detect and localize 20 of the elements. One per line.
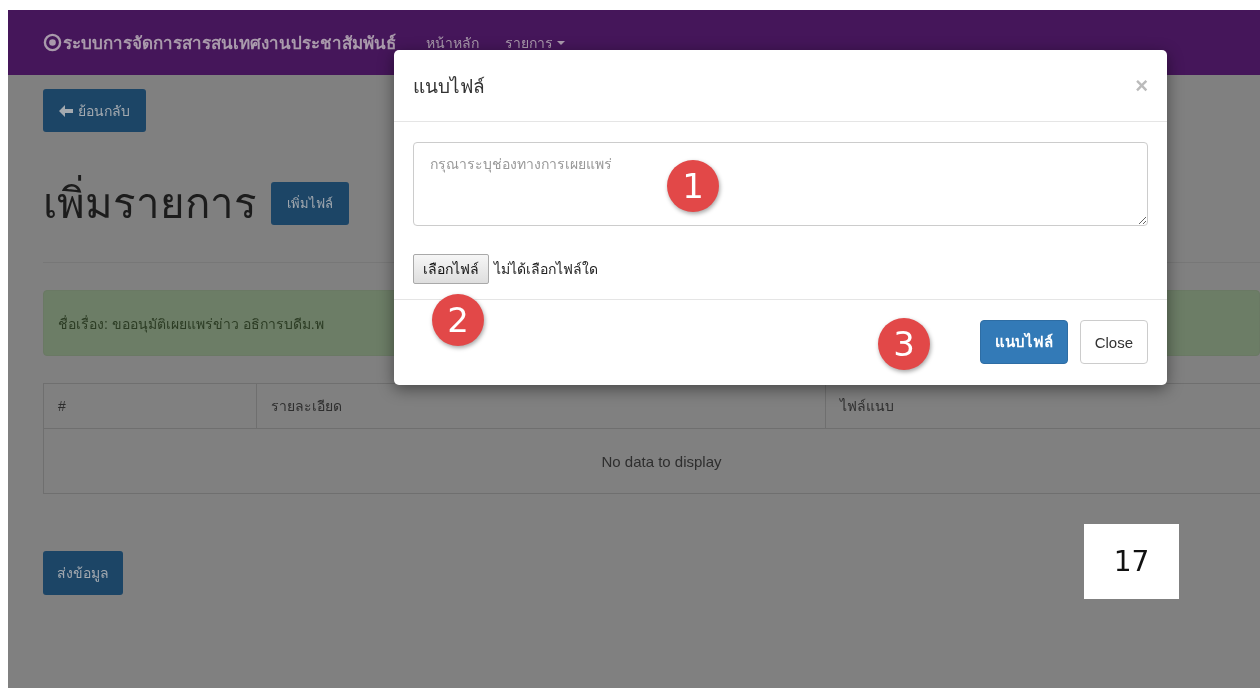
- back-button[interactable]: ย้อนกลับ: [43, 89, 146, 132]
- target-icon: [43, 33, 62, 52]
- modal-title: แนบไฟล์: [413, 74, 485, 99]
- empty-message: No data to display: [43, 428, 1260, 494]
- step-marker: 2: [432, 294, 484, 346]
- page-number: 17: [1084, 524, 1179, 599]
- attach-button[interactable]: แนบไฟล์: [979, 320, 1068, 364]
- choose-file-button[interactable]: เลือกไฟล์: [413, 254, 489, 284]
- page-heading: เพิ่มรายการ: [43, 170, 257, 236]
- column-header: #: [43, 383, 257, 429]
- nav-dropdown[interactable]: รายการ: [505, 31, 565, 54]
- left-arrow-icon: [59, 104, 73, 117]
- submit-button[interactable]: ส่งข้อมูล: [43, 550, 123, 595]
- nav-link[interactable]: หน้าหลัก: [426, 31, 479, 54]
- file-status: ไม่ได้เลือกไฟล์ใด: [494, 260, 598, 279]
- close-button[interactable]: Close: [1079, 320, 1148, 364]
- step-marker: 3: [878, 318, 930, 370]
- caret-icon: [557, 40, 565, 45]
- brand-title[interactable]: ระบบการจัดการสารสนเทศงานประชาสัมพันธ์: [63, 29, 396, 56]
- add-file-button[interactable]: เพิ่มไฟล์: [271, 181, 349, 225]
